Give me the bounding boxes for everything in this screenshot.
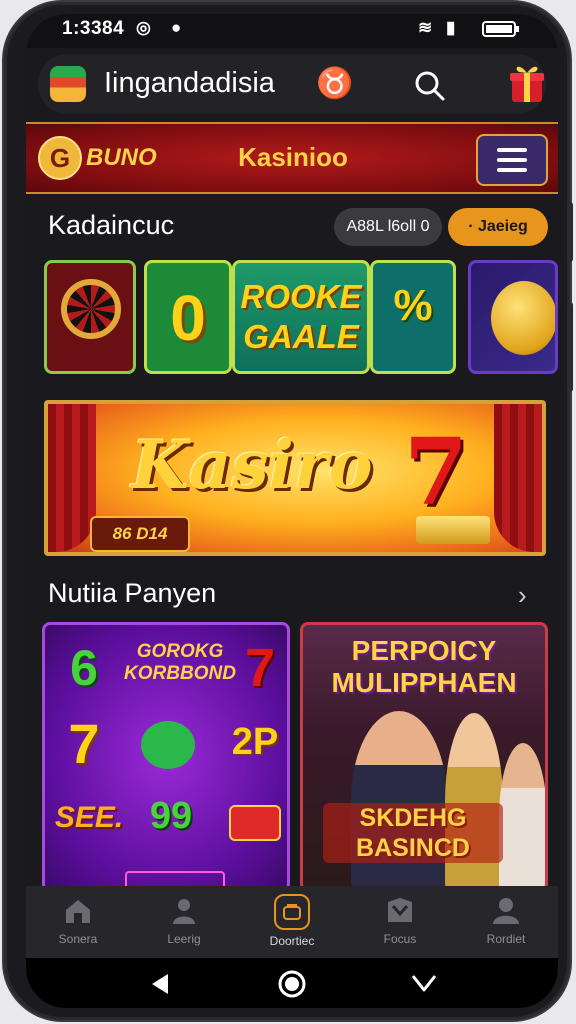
section-title-featured: Kadaincuc bbox=[48, 210, 175, 240]
power-button bbox=[567, 302, 573, 392]
nav-item-wallet[interactable]: Doortiec bbox=[252, 894, 332, 948]
curtain-right bbox=[494, 404, 542, 552]
gift-symbol-icon bbox=[229, 805, 281, 841]
game-card-slots[interactable]: GOROKG KORBBOND 6 7 7 2P SEE. 99 bbox=[42, 622, 290, 892]
game-card-multiplayer[interactable]: PERPOICY MULIPPHAEN SKDEHG BASINCD bbox=[300, 622, 548, 892]
wifi-icon: ≋ bbox=[418, 18, 433, 37]
gift-box-icon bbox=[383, 894, 417, 928]
app-bar: Iingandadisia ♉ bbox=[38, 54, 546, 114]
banner-tag: 86 D14 bbox=[90, 516, 190, 552]
host-woman-figure bbox=[499, 743, 545, 889]
coin-mascot-icon bbox=[491, 281, 555, 355]
wallet-icon bbox=[274, 894, 310, 930]
recents-icon[interactable] bbox=[410, 972, 438, 994]
volume-button bbox=[567, 202, 573, 262]
filter-pill[interactable]: A88L l6oll 0 bbox=[334, 208, 442, 246]
gold-bar-icon bbox=[416, 516, 490, 544]
banner-title: Kasiro bbox=[131, 426, 373, 504]
app-title: Iingandadisia bbox=[104, 67, 275, 99]
nav-item-focus[interactable]: Focus bbox=[360, 894, 440, 946]
rooke-text: ROOKE GAALE bbox=[240, 278, 362, 355]
profile-icon bbox=[489, 894, 523, 928]
bottom-nav: Sonera Leerig Doortiec Focus Rordiet bbox=[26, 886, 558, 958]
system-nav-bar bbox=[26, 958, 558, 1008]
brand-text: BUNO bbox=[86, 144, 157, 171]
home-icon bbox=[61, 894, 95, 928]
status-bar: 1:3384 ◎ ● ≋ ▮ bbox=[26, 14, 558, 48]
nav-item-profile[interactable]: Rordiet bbox=[466, 894, 546, 946]
nav-item-learn[interactable]: Leerig bbox=[144, 894, 224, 946]
search-button[interactable] bbox=[410, 66, 450, 106]
watermark-icon: ♉ bbox=[316, 67, 354, 100]
nav-label: Rordiet bbox=[486, 932, 526, 946]
whatsapp-icon: ◎ bbox=[136, 18, 151, 37]
percent-text: % bbox=[393, 281, 433, 330]
slot-symbol: 99 bbox=[149, 795, 193, 837]
nav-label: Leerig bbox=[167, 932, 201, 946]
nav-label: Focus bbox=[383, 932, 417, 946]
roulette-icon bbox=[61, 279, 121, 339]
phone-frame: 1:3384 ◎ ● ≋ ▮ Iingandadisia ♉ G BUNO Ka… bbox=[4, 2, 573, 1020]
game-thumb-roulette[interactable] bbox=[44, 260, 136, 374]
game-thumb-rooke[interactable]: ROOKE GAALE bbox=[232, 260, 370, 374]
gift-button[interactable] bbox=[508, 56, 546, 108]
nav-label: Doortiec bbox=[269, 934, 315, 948]
brand-letter: G bbox=[38, 136, 82, 180]
nav-label: Sonera bbox=[58, 932, 98, 946]
section-title-popular: Nutiia Panyen bbox=[48, 578, 217, 608]
frog-icon bbox=[141, 721, 195, 769]
curtain-left bbox=[48, 404, 96, 552]
hamburger-line bbox=[497, 168, 527, 172]
app-logo-icon[interactable] bbox=[50, 66, 86, 102]
gift-icon bbox=[510, 66, 544, 102]
action-pill[interactable]: · Jaeieg bbox=[448, 208, 548, 246]
zero-text: 0 bbox=[170, 282, 206, 354]
slot-symbol: 2P bbox=[231, 721, 279, 763]
promo-banner[interactable]: Kasiro 7 86 D14 bbox=[44, 400, 546, 556]
notification-icon: ● bbox=[171, 18, 182, 37]
home-circle-icon[interactable] bbox=[276, 968, 308, 1000]
game-thumbnails: 0 ROOKE GAALE % bbox=[44, 260, 558, 374]
person-icon bbox=[167, 894, 201, 928]
hamburger-menu-icon bbox=[497, 148, 527, 152]
card-left-heading: GOROKG KORBBOND bbox=[124, 641, 236, 684]
brand-logo[interactable]: G BUNO bbox=[38, 136, 157, 180]
card-right-subheading: SKDEHG BASINCD bbox=[323, 803, 503, 863]
chevron-right-icon[interactable]: › bbox=[518, 580, 527, 611]
slot-symbol: 7 bbox=[244, 638, 276, 698]
back-icon[interactable] bbox=[148, 972, 172, 996]
search-icon bbox=[415, 71, 445, 101]
game-thumb-percent[interactable]: % bbox=[370, 260, 456, 374]
hamburger-line bbox=[497, 158, 527, 162]
slot-symbol: SEE. bbox=[54, 801, 124, 834]
hamburger-menu-button[interactable] bbox=[476, 134, 548, 186]
slot-symbol: 6 bbox=[70, 640, 98, 696]
screen: 1:3384 ◎ ● ≋ ▮ Iingandadisia ♉ G BUNO Ka… bbox=[26, 14, 558, 1008]
header-title: Kasinioo bbox=[238, 142, 348, 172]
card-right-heading: PERPOICY MULIPPHAEN bbox=[331, 635, 517, 698]
battery-icon bbox=[482, 20, 520, 43]
game-thumb-zero[interactable]: 0 bbox=[144, 260, 232, 374]
status-time: 1:3384 bbox=[62, 18, 125, 39]
banner-seven: 7 bbox=[404, 418, 469, 526]
game-thumb-coin[interactable] bbox=[468, 260, 558, 374]
slot-symbol: 7 bbox=[68, 712, 100, 775]
nav-item-home[interactable]: Sonera bbox=[38, 894, 118, 946]
casino-header: G BUNO Kasinioo bbox=[26, 122, 558, 194]
host-man-figure bbox=[351, 711, 447, 889]
signal-icon: ▮ bbox=[446, 18, 456, 37]
